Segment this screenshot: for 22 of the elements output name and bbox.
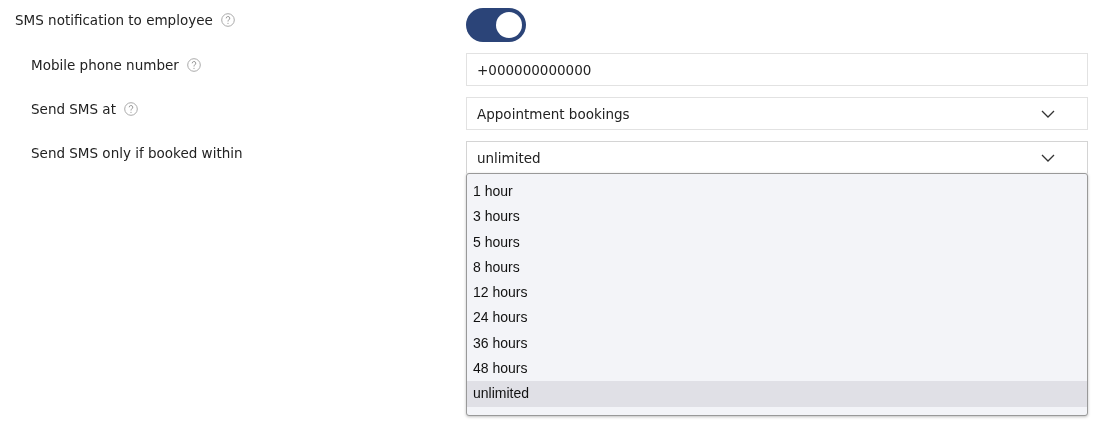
dropdown-option[interactable]: 5 hours bbox=[467, 229, 1087, 255]
dropdown-option[interactable]: 1 hour bbox=[467, 179, 1087, 205]
toggle-switch[interactable] bbox=[466, 8, 526, 42]
dropdown-option[interactable]: unlimited bbox=[467, 381, 1087, 407]
dropdown-option[interactable]: 36 hours bbox=[467, 330, 1087, 357]
help-icon[interactable] bbox=[186, 58, 201, 72]
help-icon[interactable] bbox=[123, 102, 138, 116]
field-label: Mobile phone number bbox=[31, 57, 179, 73]
field-label: Send SMS only if booked within bbox=[31, 145, 243, 161]
chevron-down-icon bbox=[1041, 153, 1055, 162]
chevron-down-icon bbox=[1041, 109, 1055, 118]
select-field[interactable]: Appointment bookings bbox=[466, 97, 1088, 130]
help-icon[interactable] bbox=[220, 13, 235, 27]
dropdown-option[interactable]: 48 hours bbox=[467, 356, 1087, 382]
field-label: SMS notification to employee bbox=[15, 12, 213, 28]
dropdown-option[interactable]: 3 hours bbox=[467, 204, 1087, 230]
dropdown-option[interactable]: 8 hours bbox=[467, 254, 1087, 281]
dropdown-option[interactable]: 24 hours bbox=[467, 305, 1087, 331]
phone-input[interactable]: +000000000000 bbox=[466, 53, 1088, 86]
dropdown-option[interactable]: 12 hours bbox=[467, 280, 1087, 306]
field-label: Send SMS at bbox=[31, 101, 116, 117]
select-field[interactable]: unlimited bbox=[466, 141, 1088, 174]
